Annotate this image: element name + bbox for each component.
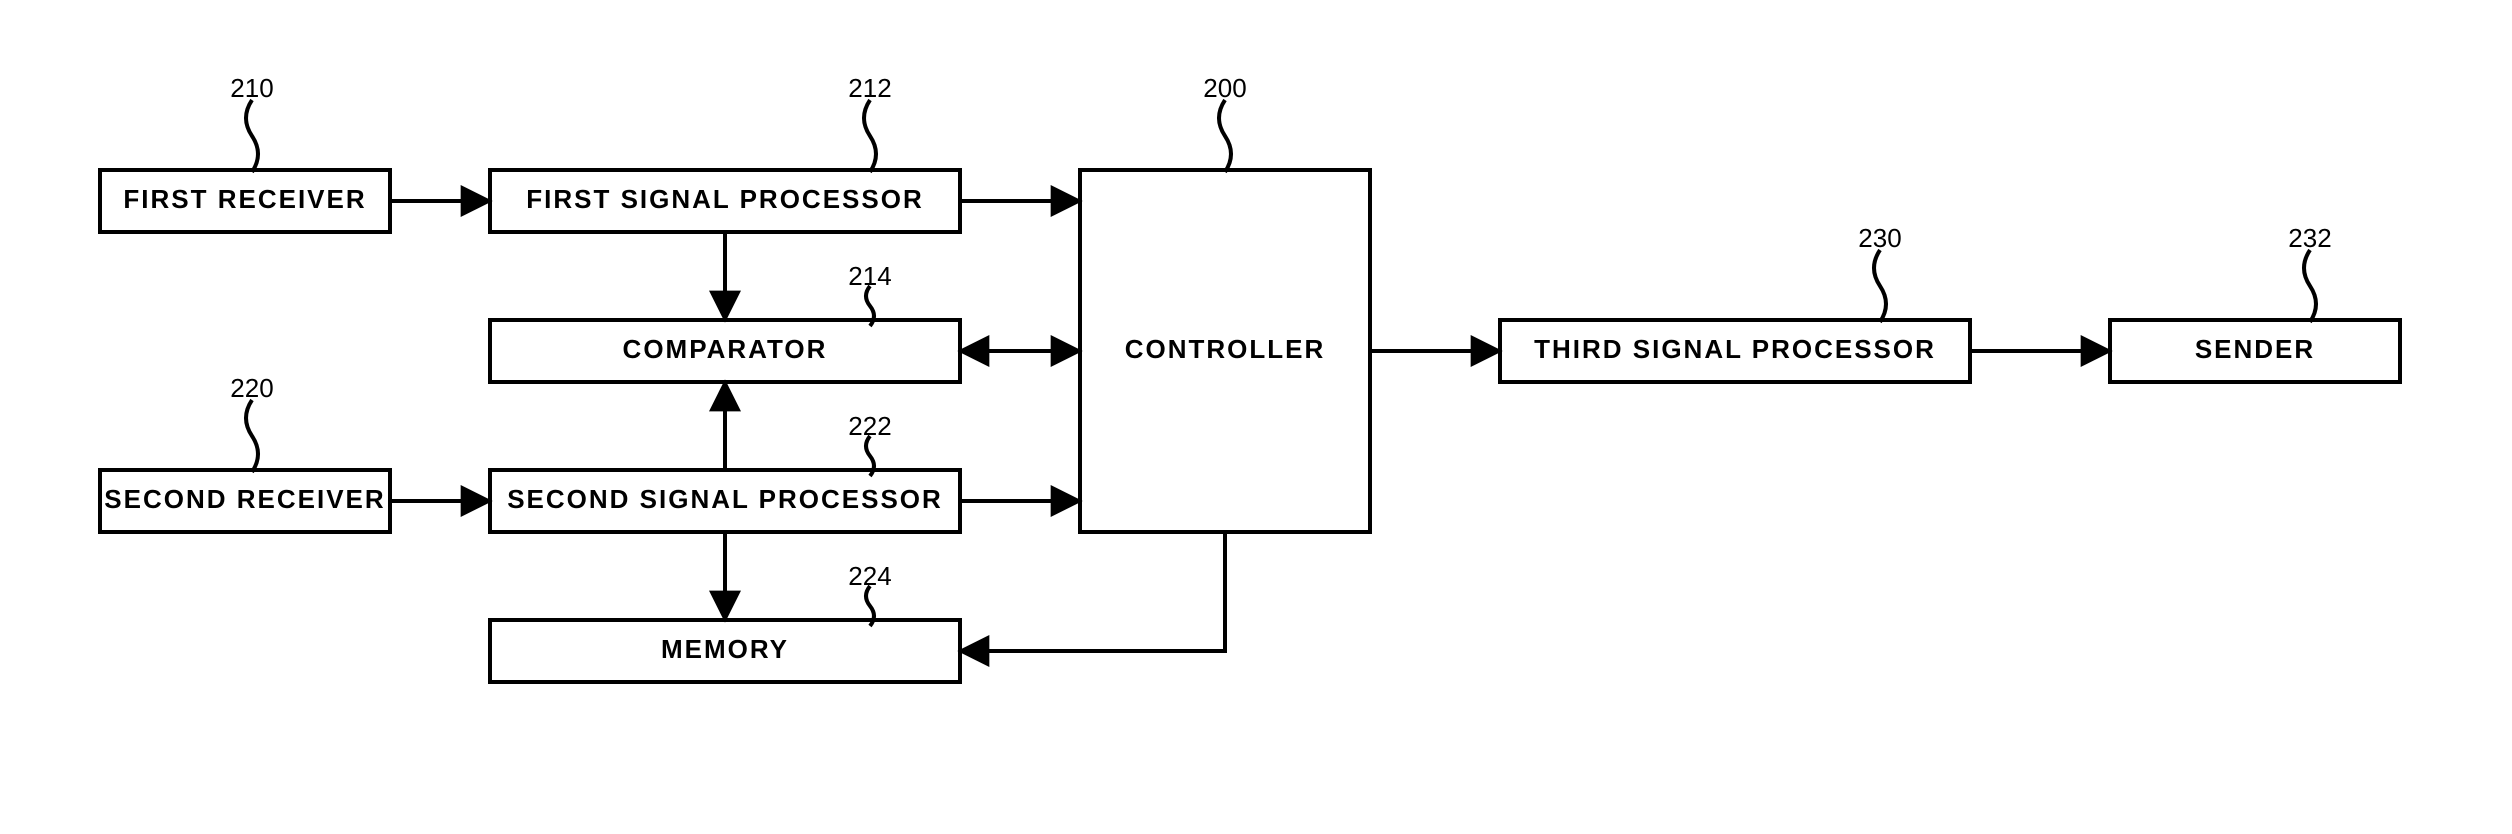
label-memory: MEMORY — [661, 634, 789, 664]
block-second-receiver: SECOND RECEIVER 220 — [100, 373, 390, 532]
label-third-sp: THIRD SIGNAL PROCESSOR — [1534, 334, 1936, 364]
label-first-sp: FIRST SIGNAL PROCESSOR — [526, 184, 923, 214]
label-second-receiver: SECOND RECEIVER — [104, 484, 385, 514]
ref-210: 210 — [230, 73, 273, 103]
ref-200: 200 — [1203, 73, 1246, 103]
label-controller: CONTROLLER — [1125, 334, 1326, 364]
block-first-signal-processor: FIRST SIGNAL PROCESSOR 212 — [490, 73, 960, 232]
label-sender: SENDER — [2195, 334, 2315, 364]
block-sender: SENDER 232 — [2110, 223, 2400, 382]
block-first-receiver: FIRST RECEIVER 210 — [100, 73, 390, 232]
label-second-sp: SECOND SIGNAL PROCESSOR — [507, 484, 943, 514]
ref-232: 232 — [2288, 223, 2331, 253]
ref-230: 230 — [1858, 223, 1901, 253]
label-comparator: COMPARATOR — [623, 334, 828, 364]
ref-212: 212 — [848, 73, 891, 103]
block-third-signal-processor: THIRD SIGNAL PROCESSOR 230 — [1500, 223, 1970, 382]
block-controller: CONTROLLER 200 — [1080, 73, 1370, 532]
arrow-controller-to-memory — [960, 532, 1225, 651]
ref-220: 220 — [230, 373, 273, 403]
label-first-receiver: FIRST RECEIVER — [123, 184, 366, 214]
block-diagram: FIRST RECEIVER 210 SECOND RECEIVER 220 F… — [0, 0, 2512, 834]
